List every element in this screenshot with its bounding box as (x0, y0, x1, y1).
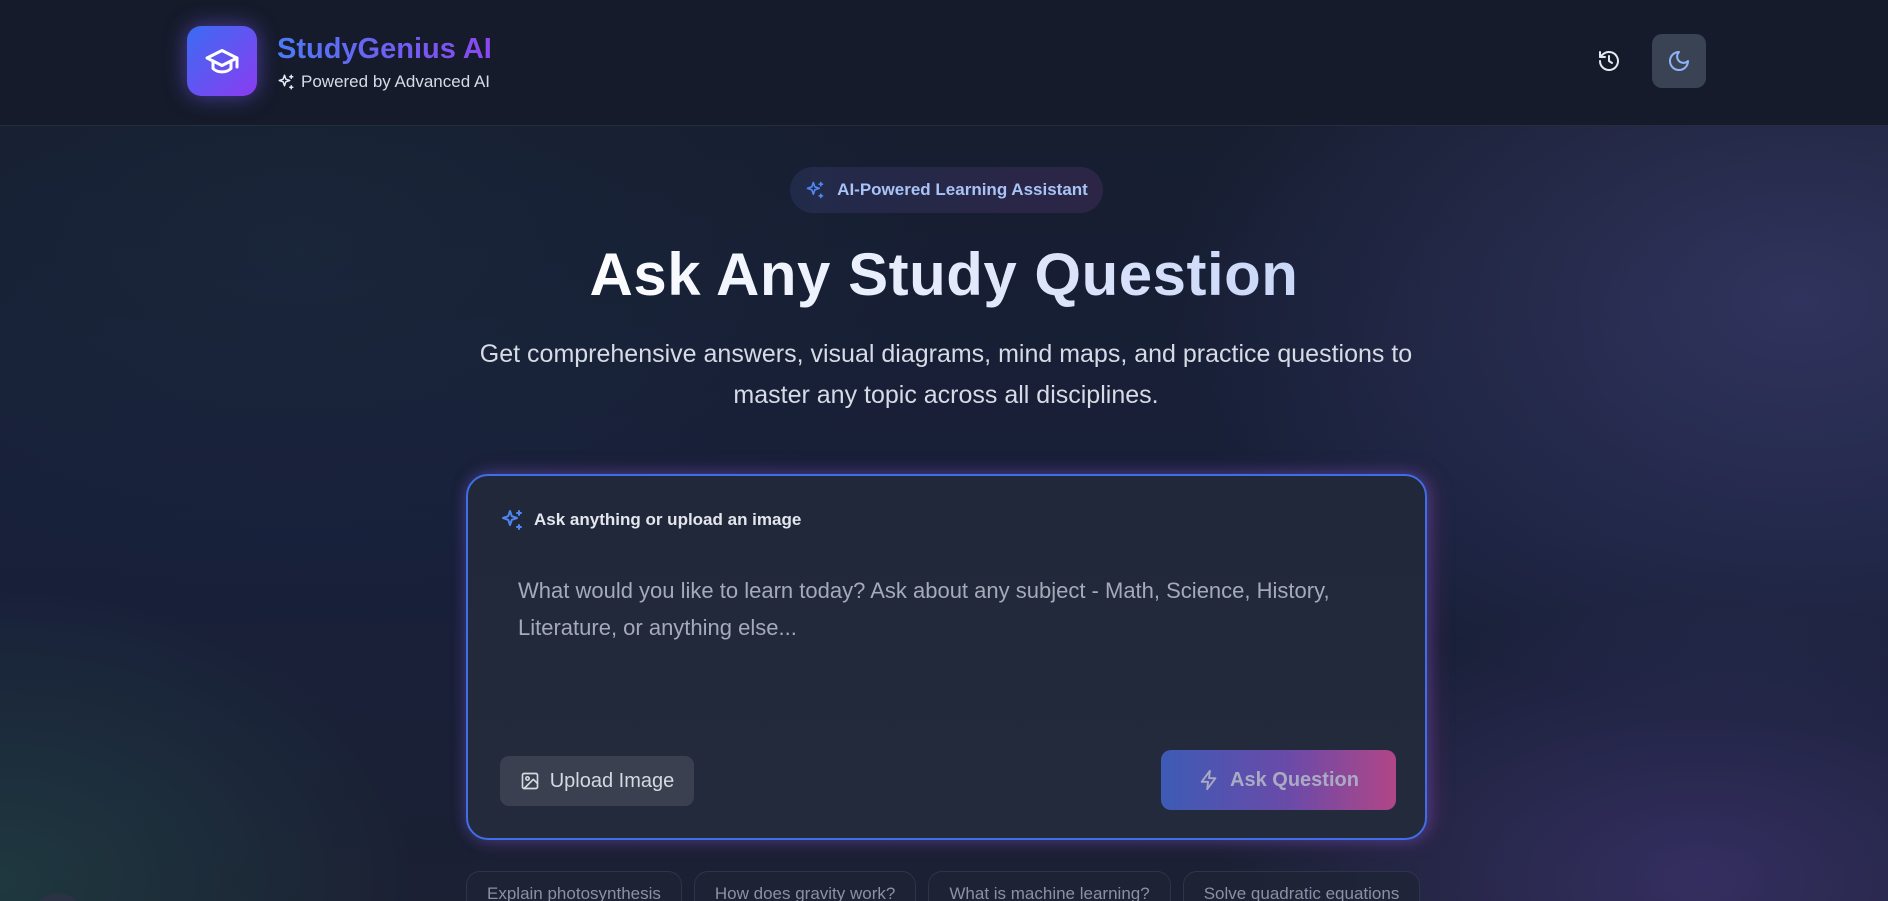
moon-icon (1669, 51, 1689, 71)
suggestion-chips: Explain photosynthesis How does gravity … (466, 871, 1421, 901)
sparkles-icon (278, 74, 294, 90)
brand-name: StudyGenius AI (277, 33, 492, 65)
ai-badge-text: AI-Powered Learning Assistant (837, 180, 1088, 199)
app-logo[interactable] (187, 26, 257, 96)
brand-tagline-text: Powered by Advanced AI (301, 72, 491, 91)
page-description: Get comprehensive answers, visual diagra… (479, 340, 1413, 409)
suggestion-chip[interactable]: Solve quadratic equations (1182, 871, 1421, 901)
suggestion-chip[interactable]: Explain photosynthesis (466, 871, 682, 901)
graduation-cap-icon (205, 49, 239, 74)
history-icon (1599, 51, 1619, 71)
ask-question-label: Ask Question (1230, 768, 1359, 791)
question-input[interactable] (518, 572, 1388, 722)
upload-image-button[interactable]: Upload Image (500, 756, 694, 806)
lightning-icon (1200, 769, 1217, 791)
brand-tagline: Powered by Advanced AI (277, 72, 490, 92)
sparkles-icon (806, 181, 824, 199)
ai-badge: AI-Powered Learning Assistant (790, 167, 1103, 213)
theme-toggle-button[interactable] (1652, 34, 1706, 88)
suggestion-chip[interactable]: How does gravity work? (693, 871, 917, 901)
suggestion-chip[interactable]: What is machine learning? (928, 871, 1171, 901)
history-button[interactable] (1582, 34, 1636, 88)
page-title: Ask Any Study Question (0, 240, 1888, 309)
ask-question-button[interactable]: Ask Question (1161, 750, 1396, 810)
sparkles-icon (502, 510, 522, 530)
ask-card-label-text: Ask anything or upload an image (534, 510, 802, 529)
top-header: StudyGenius AI Powered by Advanced AI (0, 0, 1888, 126)
ask-card: Ask anything or upload an image Upload I… (466, 474, 1427, 840)
image-icon (521, 772, 539, 790)
ask-card-label: Ask anything or upload an image (500, 508, 801, 532)
upload-image-label: Upload Image (549, 769, 675, 792)
